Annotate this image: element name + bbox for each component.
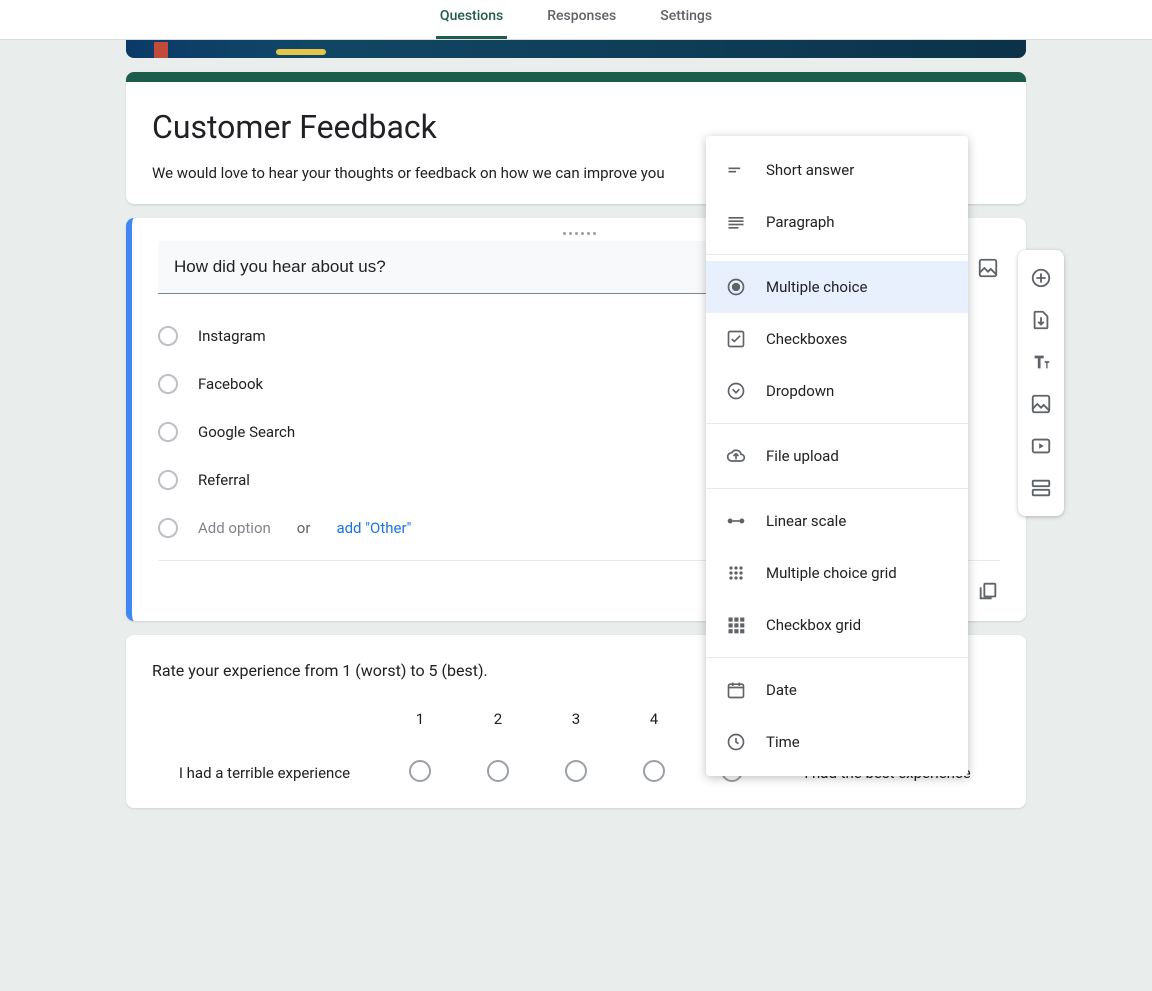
add-option-button[interactable]: Add option xyxy=(198,519,271,537)
option-label: Referral xyxy=(198,471,250,489)
type-mc-grid[interactable]: Multiple choice grid xyxy=(706,547,968,599)
dropdown-icon xyxy=(726,381,746,401)
add-image-icon[interactable] xyxy=(1029,392,1053,416)
option-label: Instagram xyxy=(198,327,266,345)
add-title-icon[interactable] xyxy=(1029,350,1053,374)
option-label: Google Search xyxy=(198,423,295,441)
radio-icon xyxy=(158,470,178,490)
side-toolbar xyxy=(1018,250,1064,516)
tab-responses[interactable]: Responses xyxy=(543,8,620,39)
tab-questions[interactable]: Questions xyxy=(436,8,507,39)
add-section-icon[interactable] xyxy=(1029,476,1053,500)
radio-icon xyxy=(158,518,178,538)
checkbox-icon xyxy=(726,329,746,349)
scale-point-1[interactable]: 1 xyxy=(385,710,455,782)
linear-scale-icon xyxy=(726,511,746,531)
add-video-icon[interactable] xyxy=(1029,434,1053,458)
square-grid-icon xyxy=(726,615,746,635)
scale-label-left: I had a terrible experience xyxy=(152,764,377,782)
radio-selected-icon xyxy=(726,277,746,297)
radio-icon xyxy=(158,326,178,346)
option-label: Facebook xyxy=(198,375,263,393)
paragraph-icon xyxy=(726,212,746,232)
radio-icon xyxy=(565,760,587,782)
add-image-icon[interactable] xyxy=(976,256,1000,280)
add-question-icon[interactable] xyxy=(1029,266,1053,290)
type-time[interactable]: Time xyxy=(706,716,968,768)
dot-grid-icon xyxy=(726,563,746,583)
short-answer-icon xyxy=(726,160,746,180)
radio-icon xyxy=(487,760,509,782)
tab-settings[interactable]: Settings xyxy=(656,8,716,39)
scale-point-2[interactable]: 2 xyxy=(463,710,533,782)
type-short-answer[interactable]: Short answer xyxy=(706,144,968,196)
add-option-or: or xyxy=(297,519,311,537)
radio-icon xyxy=(643,760,665,782)
type-cb-grid[interactable]: Checkbox grid xyxy=(706,599,968,651)
clock-icon xyxy=(726,732,746,752)
type-multiple-choice[interactable]: Multiple choice xyxy=(706,261,968,313)
type-linear-scale[interactable]: Linear scale xyxy=(706,495,968,547)
add-other-button[interactable]: add "Other" xyxy=(336,519,411,537)
scale-point-4[interactable]: 4 xyxy=(619,710,689,782)
duplicate-icon[interactable] xyxy=(976,579,1000,603)
radio-icon xyxy=(158,374,178,394)
type-checkboxes[interactable]: Checkboxes xyxy=(706,313,968,365)
type-dropdown[interactable]: Dropdown xyxy=(706,365,968,417)
radio-icon xyxy=(409,760,431,782)
import-questions-icon[interactable] xyxy=(1029,308,1053,332)
question-type-menu: Short answer Paragraph Multiple choice C… xyxy=(706,136,968,776)
scale-point-3[interactable]: 3 xyxy=(541,710,611,782)
type-date[interactable]: Date xyxy=(706,664,968,716)
radio-icon xyxy=(158,422,178,442)
cloud-upload-icon xyxy=(726,446,746,466)
form-header-image xyxy=(126,40,1026,58)
top-tabs: Questions Responses Settings xyxy=(0,0,1152,40)
calendar-icon xyxy=(726,680,746,700)
type-file-upload[interactable]: File upload xyxy=(706,430,968,482)
type-paragraph[interactable]: Paragraph xyxy=(706,196,968,248)
